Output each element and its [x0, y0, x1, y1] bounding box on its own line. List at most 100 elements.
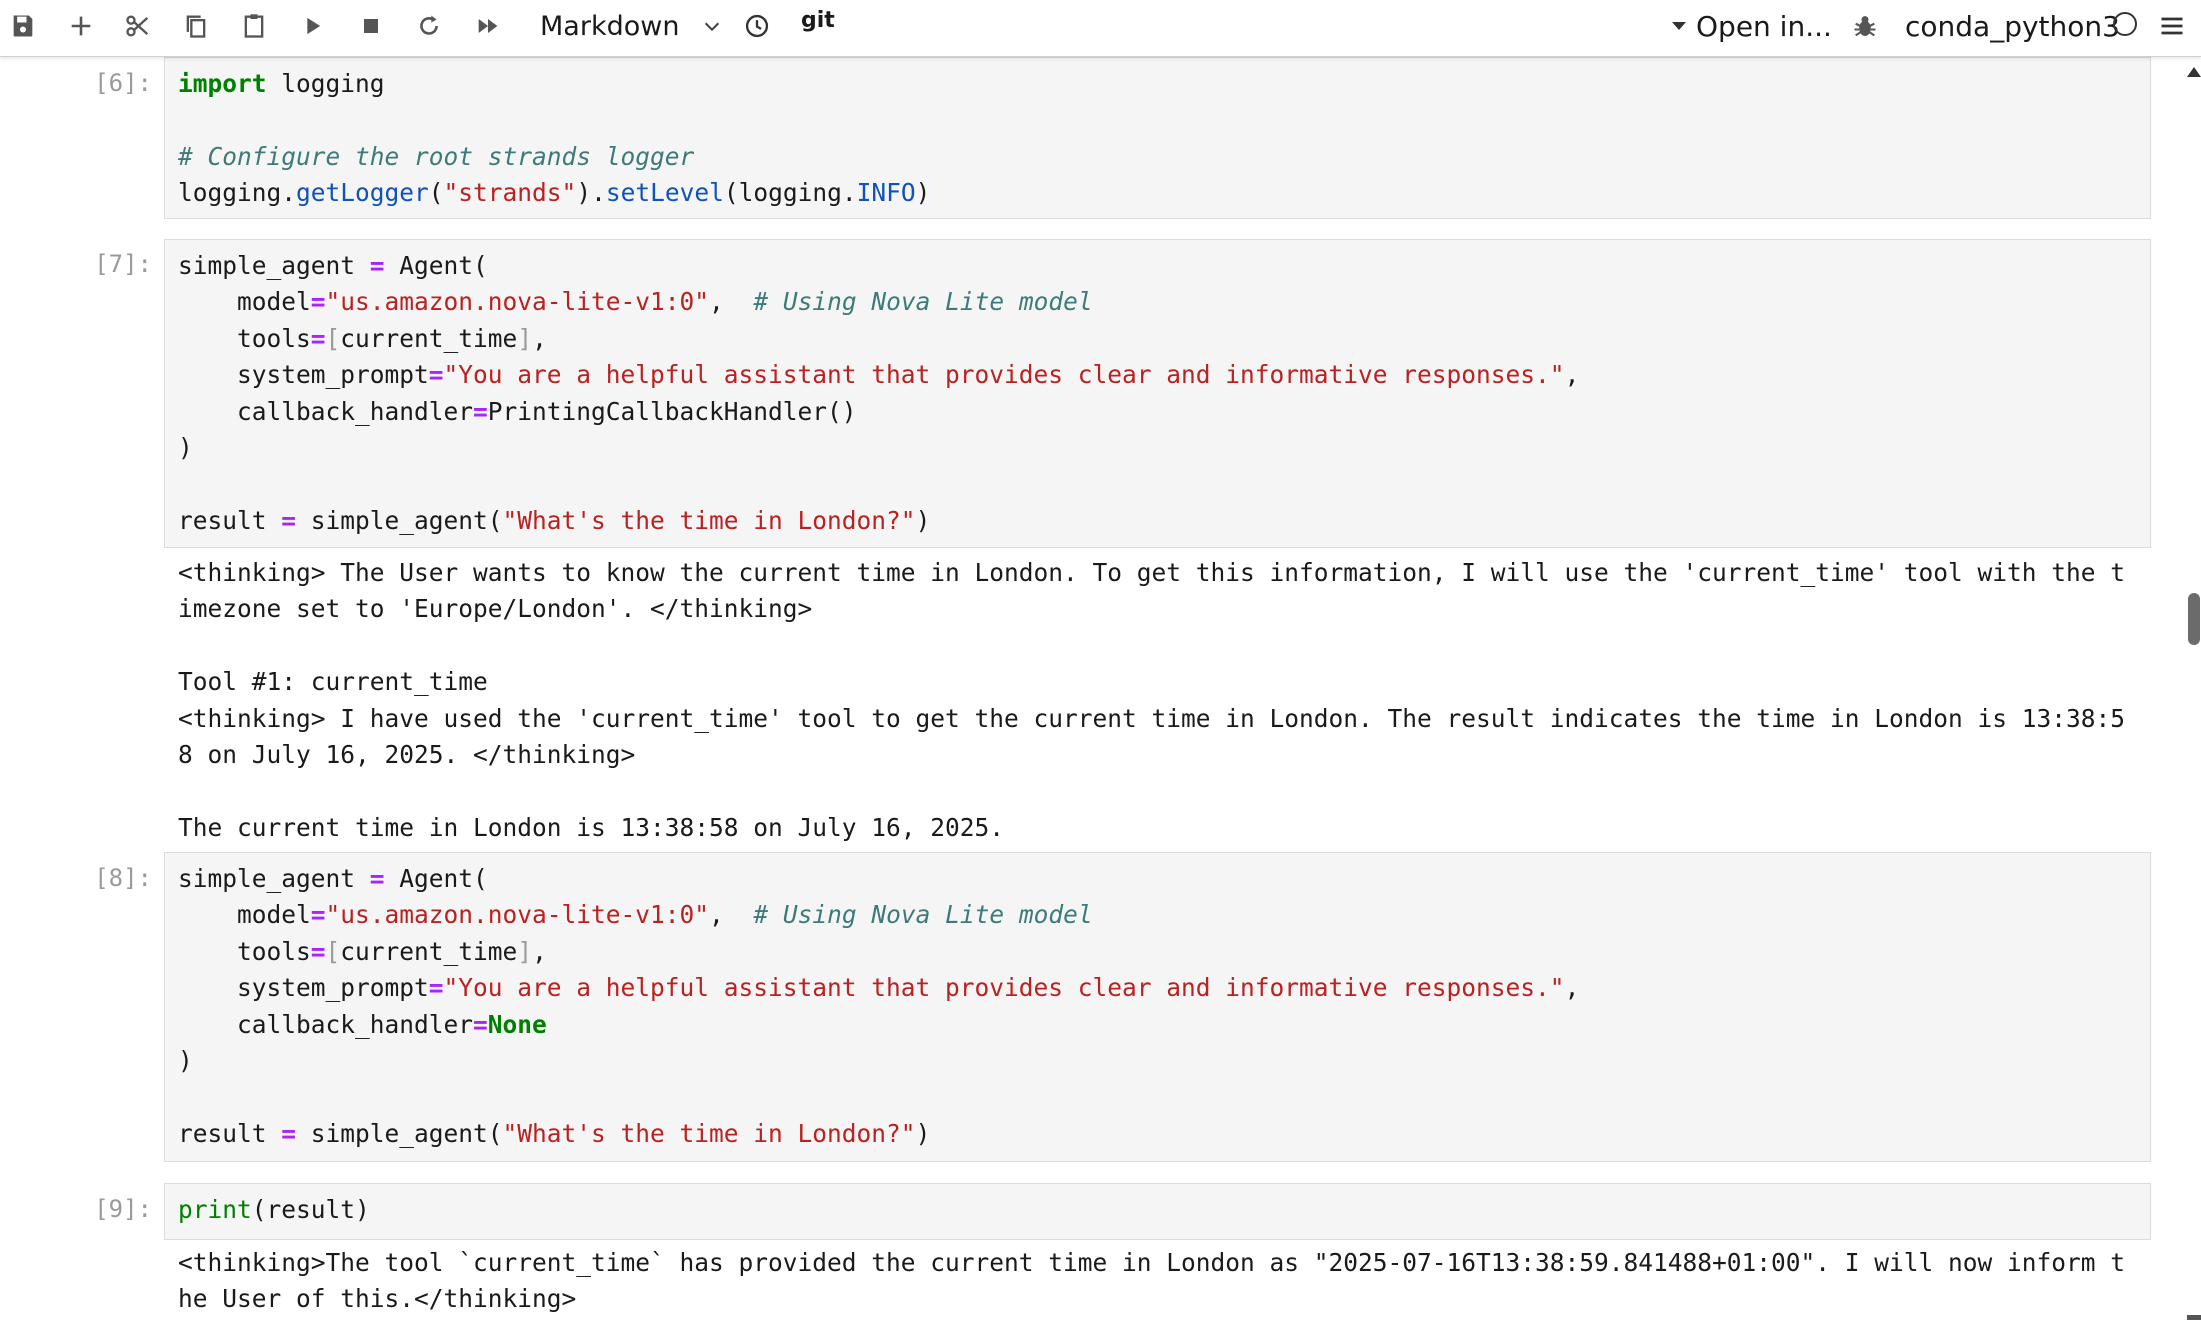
scroll-down-icon[interactable] [2187, 1315, 2201, 1320]
code-token: ) [915, 178, 931, 208]
cut-icon [126, 15, 149, 37]
code-token: simple_agent [178, 251, 370, 280]
code-token: ). [576, 178, 606, 208]
notebook-panel: [6]: import logging # Configure the root… [0, 57, 2185, 1330]
code-token: setLevel [605, 178, 724, 208]
code-token: current_time [340, 936, 518, 966]
chevron-down-icon [705, 22, 720, 32]
notebook-toolbar: Markdown git Open in... conda_python3 [0, 0, 2201, 57]
add-cell-button[interactable] [59, 6, 103, 46]
restart-button[interactable] [407, 6, 451, 46]
code-token: = [310, 900, 326, 930]
output-text: <thinking> The User wants to know the cu… [178, 558, 2126, 842]
code-token: # Configure the root strands logger [178, 141, 695, 171]
code-token: None [487, 1009, 547, 1039]
run-all-icon [478, 19, 498, 33]
code-token: = [310, 287, 326, 317]
code-editor[interactable]: simple_agent = Agent( model="us.amazon.n… [164, 239, 2151, 548]
menu-icon [2161, 17, 2183, 35]
code-token: "strands" [443, 178, 577, 208]
code-token: ] [517, 323, 533, 353]
code-token: model [178, 287, 311, 317]
code-token: (result) [251, 1195, 370, 1224]
cell-output: <thinking>The tool `current_time` has pr… [178, 1245, 2138, 1318]
code-token: result [178, 505, 282, 535]
code-token: callback_handler [178, 396, 474, 426]
code-token: ) [178, 433, 193, 463]
vertical-scrollbar[interactable] [2185, 57, 2201, 1330]
copy-button[interactable] [174, 6, 218, 46]
code-token: tools [178, 936, 311, 966]
code-token: ) [178, 1046, 193, 1076]
add-cell-icon [71, 16, 91, 36]
kernel-name[interactable]: conda_python3 [1905, 6, 2120, 46]
code-token: ] [517, 936, 533, 966]
run-icon [307, 17, 321, 35]
history-button[interactable] [735, 6, 779, 46]
code-token: ) [915, 505, 931, 535]
cell-type-label: Markdown [540, 10, 680, 42]
open-in-dropdown[interactable]: Open in... [1672, 6, 1832, 46]
code-token: , [709, 900, 754, 930]
code-token: = [310, 936, 326, 966]
execution-count: [7]: [94, 250, 152, 278]
code-token: model [178, 900, 311, 930]
code-token: , [532, 323, 547, 353]
code-token: current_time [340, 323, 518, 353]
code-token: = [473, 1009, 488, 1039]
paste-button[interactable] [232, 6, 276, 46]
debugger-button[interactable] [1843, 6, 1887, 46]
kernel-idle-icon [2113, 12, 2137, 36]
code-token: = [428, 360, 444, 390]
run-button[interactable] [290, 6, 334, 46]
code-token: # Using Nova Lite model [753, 900, 1093, 930]
code-token: , [532, 936, 547, 966]
code-token: = [369, 864, 385, 893]
output-text: <thinking>The tool `current_time` has pr… [178, 1248, 2126, 1314]
code-text: import logging # Configure the root stra… [165, 58, 2150, 212]
scrollbar-thumb[interactable] [2188, 593, 2200, 645]
code-text: print(result) [165, 1184, 2150, 1228]
run-all-button[interactable] [466, 6, 510, 46]
code-token: result [178, 1118, 282, 1148]
save-button[interactable] [1, 6, 45, 46]
bug-icon [1854, 16, 1876, 37]
git-label: git [801, 8, 835, 33]
code-token: simple_agent( [296, 1118, 503, 1148]
cell-type-dropdown[interactable]: Markdown [540, 6, 723, 46]
code-token: "What's the time in London?" [502, 1118, 916, 1148]
code-token: "us.amazon.nova-lite-v1:0" [325, 287, 710, 317]
code-token: import [178, 69, 267, 98]
code-token: system_prompt [178, 973, 429, 1003]
save-icon [13, 15, 33, 37]
git-button[interactable]: git [801, 8, 835, 33]
code-token: tools [178, 323, 311, 353]
restart-icon [420, 15, 438, 35]
code-token: callback_handler [178, 1009, 474, 1039]
copy-icon [186, 15, 206, 38]
menu-button[interactable] [2150, 6, 2194, 46]
code-editor[interactable]: import logging # Configure the root stra… [164, 57, 2151, 219]
scroll-up-icon[interactable] [2187, 67, 2201, 77]
execution-count: [6]: [94, 69, 152, 97]
code-token: ( [428, 178, 444, 208]
code-token: Agent( [384, 251, 488, 280]
code-token: "us.amazon.nova-lite-v1:0" [325, 900, 710, 930]
code-token: = [281, 1118, 297, 1148]
code-token: = [281, 505, 297, 535]
code-editor[interactable]: simple_agent = Agent( model="us.amazon.n… [164, 852, 2151, 1162]
code-token: simple_agent( [296, 505, 503, 535]
code-token: , [1564, 360, 1580, 390]
code-token: logging. [178, 178, 297, 208]
code-token: = [369, 251, 385, 280]
kernel-name-label: conda_python3 [1905, 9, 2120, 43]
code-token: [ [325, 936, 341, 966]
code-editor[interactable]: print(result) [164, 1183, 2151, 1240]
code-token: getLogger [296, 178, 429, 208]
stop-button[interactable] [349, 6, 393, 46]
code-token: "You are a helpful assistant that provid… [443, 973, 1565, 1003]
cut-button[interactable] [116, 6, 160, 46]
code-token: INFO [856, 178, 916, 208]
code-text: simple_agent = Agent( model="us.amazon.n… [165, 240, 2150, 539]
code-token: # Using Nova Lite model [753, 287, 1093, 317]
